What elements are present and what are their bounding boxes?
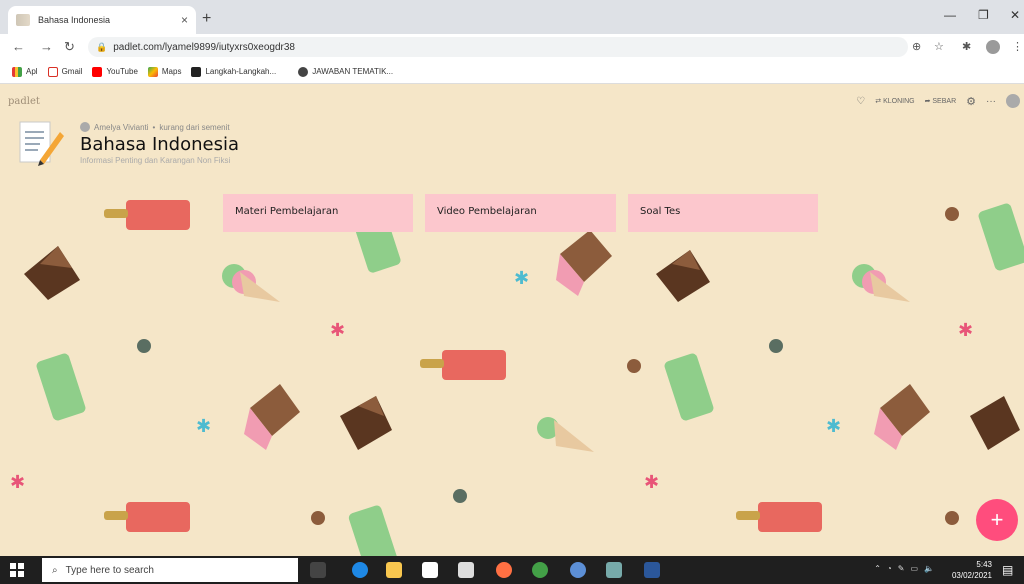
column-video[interactable]: Video Pembelajaran (425, 194, 616, 232)
bookmark-label: Apl (26, 67, 38, 76)
separator-dot: • (152, 122, 156, 132)
padlet-favicon-icon (16, 14, 30, 26)
svg-text:✱: ✱ (514, 268, 529, 289)
restore-icon[interactable]: ❐ (978, 8, 989, 22)
svg-text:✱: ✱ (10, 472, 25, 493)
document-pencil-icon (19, 121, 64, 166)
padlet-logo[interactable]: padlet (8, 96, 40, 107)
tab-strip: Bahasa Indonesia × + — ❐ ✕ (0, 0, 1024, 34)
post-time: kurang dari semenit (159, 122, 230, 132)
author-line: Amelya Vivianti • kurang dari semenit (80, 122, 230, 132)
share-label: SEBAR (932, 98, 957, 105)
maps-icon (147, 66, 158, 77)
svg-text:✱: ✱ (196, 416, 211, 437)
bookmark-youtube[interactable]: YouTube (92, 66, 138, 77)
clone-button[interactable]: ⇄ KLONING (875, 97, 914, 105)
paint-icon[interactable] (606, 562, 622, 578)
back-icon[interactable]: ← (12, 39, 25, 54)
svg-text:✱: ✱ (826, 416, 841, 437)
battery-icon[interactable]: ▭ (910, 564, 918, 573)
new-tab-icon[interactable]: + (202, 10, 211, 28)
author-name: Amelya Vivianti (94, 122, 149, 132)
bookmark-label: Maps (161, 67, 182, 76)
menu-icon[interactable]: ⋮ (1012, 40, 1023, 53)
padlet-header: padlet ♡ ⇄ KLONING ➦ SEBAR ⚙ ··· Amelya … (0, 84, 1024, 184)
minimize-icon[interactable]: — (944, 8, 956, 22)
browser-toolbar: ← → ↻ 🔒 padlet.com/lyamel9899/iutyxrs0xe… (0, 34, 1024, 60)
board-title: Bahasa Indonesia (80, 134, 239, 155)
bookmark-langkah[interactable]: Langkah-Langkah... (191, 66, 277, 77)
forward-icon[interactable]: → (40, 39, 53, 54)
edge-icon[interactable] (352, 562, 368, 578)
more-icon[interactable]: ··· (986, 96, 996, 107)
lock-icon: 🔒 (96, 41, 108, 52)
share-button[interactable]: ➦ SEBAR (925, 97, 957, 105)
svg-text:✱: ✱ (330, 320, 345, 341)
url-text: padlet.com/lyamel9899/iutyxrs0xeogdr38 (113, 41, 295, 53)
word-icon[interactable] (644, 562, 660, 578)
taskbar: ⌕ Type here to search ⌃ ◔ ✎ ▭ 🔈 5:43 03/… (0, 556, 1024, 584)
pen-icon[interactable]: ✎ (898, 564, 905, 573)
globe-icon (298, 66, 309, 77)
bookmark-label: Langkah-Langkah... (205, 67, 277, 76)
author-avatar (80, 122, 90, 132)
volume-icon[interactable]: 🔈 (924, 564, 934, 573)
bookmark-maps[interactable]: Maps (147, 66, 182, 77)
network-icon[interactable]: ◔ (887, 564, 892, 573)
system-tray: ⌃ ◔ ✎ ▭ 🔈 (874, 564, 934, 573)
search-icon: ⌕ (52, 564, 58, 576)
browser-tab[interactable]: Bahasa Indonesia × (8, 6, 196, 34)
user-avatar[interactable] (1006, 94, 1020, 108)
tab-title: Bahasa Indonesia (38, 15, 111, 25)
file-explorer-icon[interactable] (386, 562, 402, 578)
taskbar-clock[interactable]: 5:43 03/02/2021 (952, 559, 992, 581)
windows-start-icon[interactable] (10, 563, 24, 577)
search-placeholder: Type here to search (65, 564, 154, 576)
heart-icon[interactable]: ♡ (856, 96, 865, 107)
column-soal[interactable]: Soal Tes (628, 194, 818, 232)
bookmark-label: Gmail (61, 67, 83, 76)
board-subtitle: Informasi Penting dan Karangan Non Fiksi (80, 156, 231, 165)
settings-gear-icon[interactable]: ⚙ (966, 95, 976, 108)
bookmark-label: JAWABAN TEMATIK... (312, 67, 394, 76)
profile-avatar[interactable] (986, 40, 1000, 54)
apps-grid-icon (12, 66, 22, 77)
window-close-icon[interactable]: ✕ (1010, 8, 1020, 22)
bookmark-apps[interactable]: Apl (12, 66, 38, 77)
gmail-icon (47, 66, 58, 77)
column-materi[interactable]: Materi Pembelajaran (223, 194, 413, 232)
star-icon[interactable]: ☆ (934, 40, 944, 53)
ice-cream-pattern: ✱ ✱ ✱ ✱ ✱ ✱ ✱ (10, 200, 1024, 556)
store-icon[interactable] (422, 562, 438, 578)
taskbar-search[interactable]: ⌕ Type here to search (42, 558, 298, 582)
k-site-icon (191, 66, 202, 77)
add-post-button[interactable]: + (976, 499, 1018, 541)
bookmark-label: YouTube (106, 67, 138, 76)
app-icon[interactable] (570, 562, 586, 578)
svg-text:✱: ✱ (958, 320, 973, 341)
chrome-icon[interactable] (532, 562, 548, 578)
bookmark-gmail[interactable]: Gmail (47, 66, 83, 77)
task-view-icon[interactable] (310, 562, 326, 578)
mail-icon[interactable] (458, 562, 474, 578)
chevron-up-icon[interactable]: ⌃ (874, 564, 881, 573)
notification-icon[interactable]: ▤ (1002, 563, 1016, 577)
address-bar[interactable]: 🔒 padlet.com/lyamel9899/iutyxrs0xeogdr38 (88, 37, 908, 57)
clock-time: 5:43 (976, 560, 992, 569)
close-tab-icon[interactable]: × (181, 13, 188, 27)
extensions-icon[interactable]: ✱ (962, 40, 971, 53)
add-icon[interactable]: ⊕ (912, 40, 921, 53)
youtube-icon (92, 66, 103, 77)
svg-text:✱: ✱ (644, 472, 659, 493)
clock-date: 03/02/2021 (951, 571, 992, 580)
clone-label: KLONING (883, 98, 915, 105)
bookmark-jawaban[interactable]: JAWABAN TEMATIK... (298, 66, 394, 77)
bookmarks-bar: Apl Gmail YouTube Maps Langkah-Langkah..… (0, 60, 1024, 84)
firefox-icon[interactable] (496, 562, 512, 578)
reload-icon[interactable]: ↻ (64, 39, 75, 55)
board-actions: ♡ ⇄ KLONING ➦ SEBAR ⚙ ··· (856, 94, 1020, 108)
